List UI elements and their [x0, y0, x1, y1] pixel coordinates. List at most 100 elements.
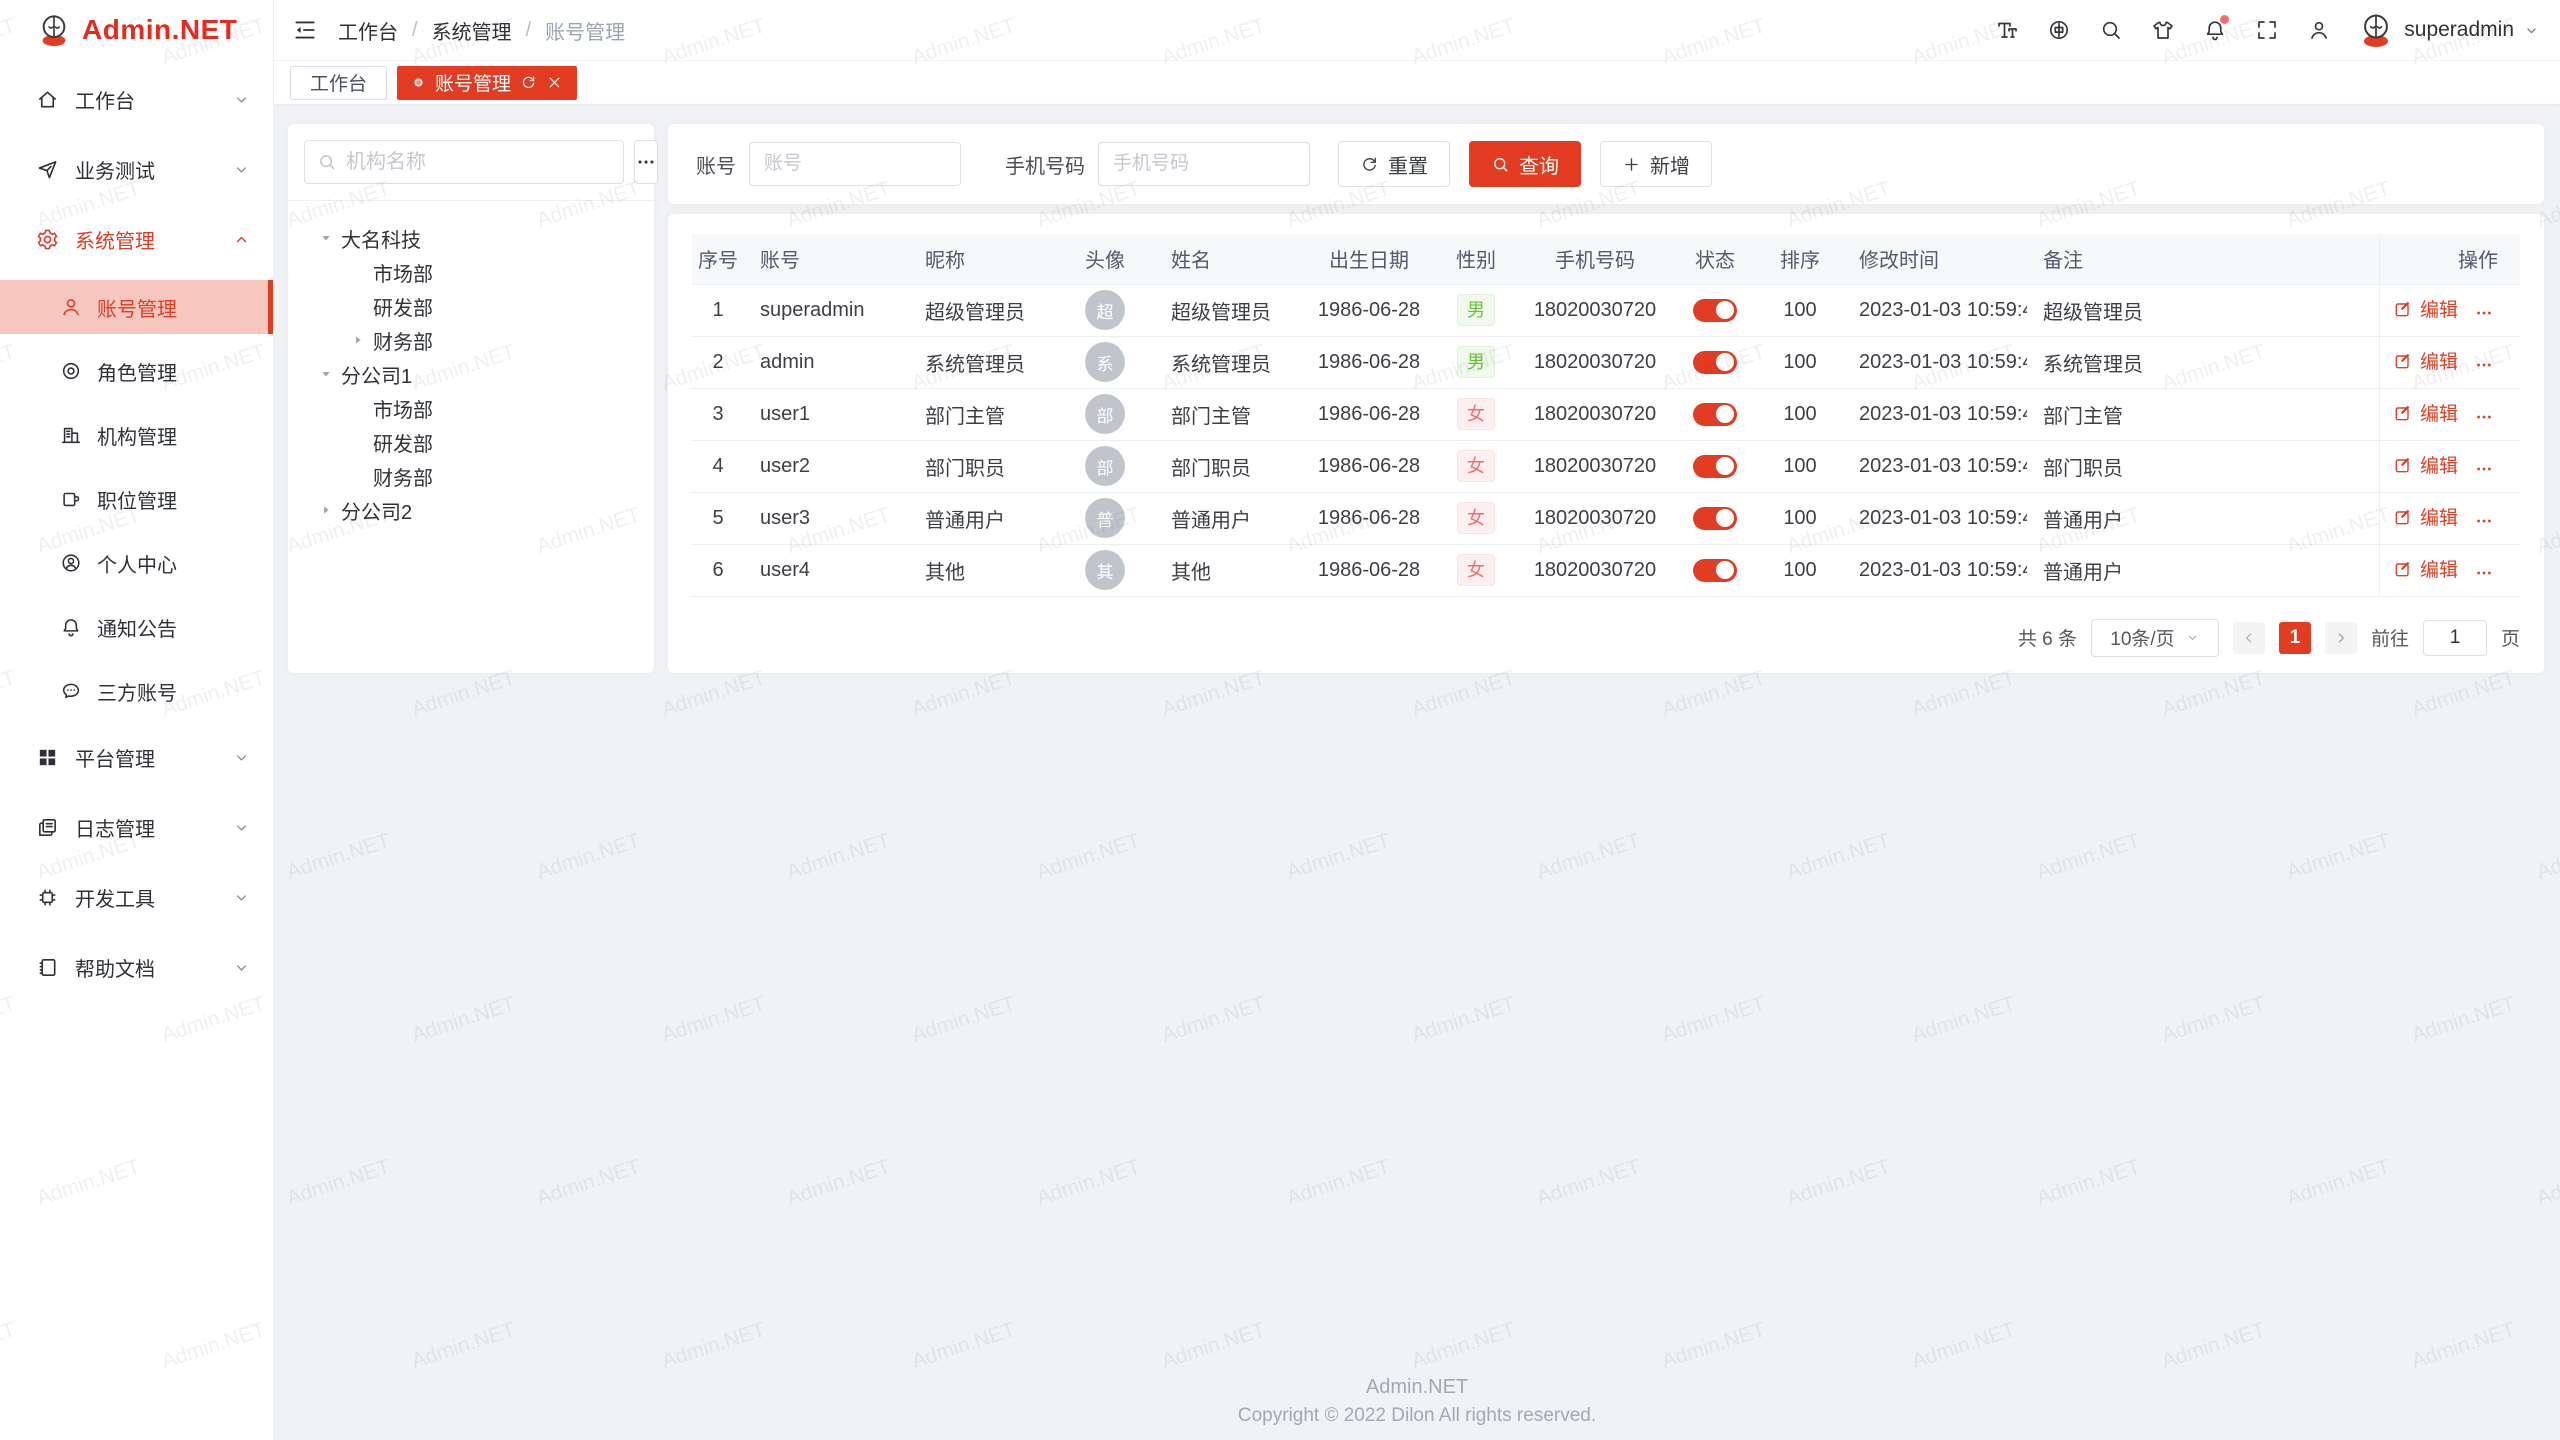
account-input[interactable]: [749, 142, 961, 186]
sidebar-subitem-机构管理[interactable]: 机构管理: [0, 408, 273, 462]
notification-button[interactable]: [2193, 8, 2237, 52]
status-toggle[interactable]: [1693, 455, 1737, 478]
status-toggle[interactable]: [1693, 403, 1737, 426]
user-outline-button[interactable]: [2297, 8, 2341, 52]
sidebar-subitem-label: 通知公告: [97, 613, 251, 642]
tree-node-财务部[interactable]: 财务部: [304, 459, 638, 493]
sidebar-item-日志管理[interactable]: 日志管理: [0, 798, 273, 856]
query-button[interactable]: 查询: [1469, 141, 1581, 187]
tree-node-分公司2[interactable]: 分公司2: [304, 493, 638, 527]
sidebar-item-平台管理[interactable]: 平台管理: [0, 728, 273, 786]
cell: user3: [744, 492, 909, 544]
toggle-knob: [1716, 353, 1734, 371]
sidebar-subitem-个人中心[interactable]: 个人中心: [0, 536, 273, 590]
cell: 2023-01-03 10:59:44: [1843, 284, 2027, 336]
sidebar-item-帮助文档[interactable]: 帮助文档: [0, 938, 273, 996]
edit-button[interactable]: 编辑: [2393, 503, 2458, 530]
refresh-icon[interactable]: [520, 74, 537, 91]
sidebar-subitem-三方账号[interactable]: 三方账号: [0, 664, 273, 718]
breadcrumb-separator: /: [412, 19, 418, 42]
column-header-状态: 状态: [1673, 234, 1757, 284]
row-more-button[interactable]: [2474, 355, 2498, 375]
sidebar-subitem-职位管理[interactable]: 职位管理: [0, 472, 273, 526]
tab-工作台[interactable]: 工作台: [290, 66, 387, 100]
cell-remark: 超级管理员: [2043, 302, 2143, 324]
row-more-button[interactable]: [2474, 407, 2498, 427]
row-more-button[interactable]: [2474, 563, 2498, 583]
goto-page-input[interactable]: [2423, 620, 2487, 656]
sidebar-item-工作台[interactable]: 工作台: [0, 70, 273, 128]
breadcrumb-item-系统管理[interactable]: 系统管理: [432, 16, 512, 45]
cell: 部: [1055, 440, 1155, 492]
avatar: 超: [1085, 290, 1125, 330]
edit-button[interactable]: 编辑: [2393, 295, 2458, 322]
tree-node-研发部[interactable]: 研发部: [304, 425, 638, 459]
tree-node-分公司1[interactable]: 分公司1: [304, 357, 638, 391]
sidebar-subitem-通知公告[interactable]: 通知公告: [0, 600, 273, 654]
cell: 普通用户: [2027, 492, 2379, 544]
next-page-button[interactable]: [2325, 622, 2357, 654]
sidebar-item-业务测试[interactable]: 业务测试: [0, 140, 273, 198]
user-menu[interactable]: superadmin: [2357, 11, 2540, 49]
status-toggle[interactable]: [1693, 507, 1737, 530]
status-toggle[interactable]: [1693, 299, 1737, 322]
current-page[interactable]: 1: [2279, 622, 2311, 654]
sidebar-item-开发工具[interactable]: 开发工具: [0, 868, 273, 926]
tree-node-大名科技[interactable]: 大名科技: [304, 221, 638, 255]
cell: 普通用户: [1155, 492, 1303, 544]
reset-button[interactable]: 重置: [1338, 141, 1450, 187]
caret-down-icon[interactable]: [318, 230, 334, 246]
add-button[interactable]: 新增: [1600, 141, 1712, 187]
cell: 5: [692, 492, 744, 544]
tree-node-研发部[interactable]: 研发部: [304, 289, 638, 323]
cell: 普: [1055, 492, 1155, 544]
tree-node-市场部[interactable]: 市场部: [304, 391, 638, 425]
sidebar-subitem-角色管理[interactable]: 角色管理: [0, 344, 273, 398]
app-logo[interactable]: Admin.NET: [0, 0, 273, 60]
org-more-button[interactable]: [634, 140, 658, 184]
caret-down-icon[interactable]: [318, 366, 334, 382]
tree-node-财务部[interactable]: 财务部: [304, 323, 638, 357]
edit-label: 编辑: [2420, 451, 2458, 478]
caret-right-icon[interactable]: [318, 502, 334, 518]
edit-button[interactable]: 编辑: [2393, 555, 2458, 582]
book-icon: [36, 956, 59, 979]
prev-page-button[interactable]: [2233, 622, 2265, 654]
close-icon[interactable]: [546, 74, 563, 91]
edit-button[interactable]: 编辑: [2393, 347, 2458, 374]
status-toggle[interactable]: [1693, 351, 1737, 374]
cell: 超级管理员: [909, 284, 1055, 336]
sidebar-subitem-账号管理[interactable]: 账号管理: [0, 280, 273, 334]
row-more-button[interactable]: [2474, 459, 2498, 479]
status-toggle[interactable]: [1693, 559, 1737, 582]
row-more-button[interactable]: [2474, 303, 2498, 323]
edit-button[interactable]: 编辑: [2393, 399, 2458, 426]
sidebar-item-系统管理[interactable]: 系统管理: [0, 210, 273, 268]
cell: 其: [1055, 544, 1155, 596]
cell: 18020030720: [1517, 492, 1673, 544]
breadcrumb-item-工作台[interactable]: 工作台: [338, 16, 398, 45]
font-size-button[interactable]: [1985, 8, 2029, 52]
cell-birth: 1986-06-28: [1318, 299, 1420, 321]
cell-birth: 1986-06-28: [1318, 455, 1420, 477]
fold-menu-icon[interactable]: [292, 17, 318, 43]
theme-button[interactable]: [2141, 8, 2185, 52]
language-button[interactable]: [2037, 8, 2081, 52]
phone-input[interactable]: [1098, 142, 1310, 186]
org-search-input[interactable]: [346, 151, 611, 174]
sidebar-subitem-label: 个人中心: [97, 549, 251, 578]
cell-account: admin: [760, 351, 814, 373]
sidebar-item-label: 帮助文档: [75, 953, 232, 982]
search-button[interactable]: [2089, 8, 2133, 52]
caret-right-icon[interactable]: [350, 332, 366, 348]
row-more-button[interactable]: [2474, 511, 2498, 531]
sidebar-subitem-label: 职位管理: [97, 485, 251, 514]
tree-node-市场部[interactable]: 市场部: [304, 255, 638, 289]
column-header-姓名: 姓名: [1155, 234, 1303, 284]
tab-账号管理[interactable]: 账号管理: [397, 66, 577, 100]
edit-button[interactable]: 编辑: [2393, 451, 2458, 478]
fullscreen-button[interactable]: [2245, 8, 2289, 52]
page-size-select[interactable]: 10条/页: [2091, 619, 2219, 657]
cell: [1673, 284, 1757, 336]
footer-app-name: Admin.NET: [274, 1372, 2560, 1402]
